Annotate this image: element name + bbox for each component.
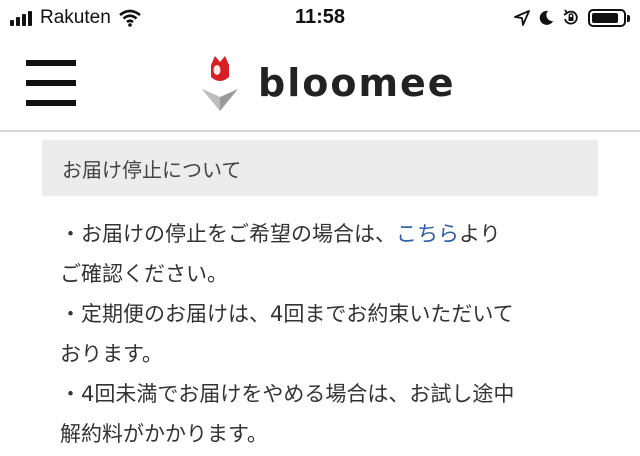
- notice-line: ご確認ください。: [60, 262, 228, 286]
- notice-text: ・お届けの停止をご希望の場合は、こちらより ご確認ください。 ・定期便のお届けは…: [60, 214, 620, 454]
- logo-text: bloomee: [258, 61, 456, 105]
- notice-line: ・4回未満でお届けをやめる場合は、お試し途中: [60, 382, 515, 406]
- moon-icon: [538, 10, 554, 26]
- rotation-lock-icon: [562, 9, 580, 27]
- section-title: お届け停止について: [42, 140, 598, 196]
- app-header: bloomee: [0, 36, 640, 132]
- location-icon: [514, 10, 530, 26]
- bloomee-logo[interactable]: bloomee: [200, 52, 456, 114]
- notice-line: ・お届けの停止をご希望の場合は、こちらより: [60, 222, 501, 246]
- flower-logo-icon: [202, 56, 238, 111]
- battery-level: [592, 13, 618, 23]
- notice-line: 解約料がかかります。: [60, 422, 268, 446]
- here-link[interactable]: こちら: [396, 222, 459, 246]
- notice-line: おります。: [60, 342, 163, 366]
- hamburger-icon[interactable]: [26, 60, 76, 106]
- notice-line: ・定期便のお届けは、4回までお約束いただいて: [60, 302, 514, 326]
- status-icons: [506, 6, 630, 30]
- battery-icon: [588, 9, 630, 27]
- status-bar: Rakuten 11:58: [0, 0, 640, 36]
